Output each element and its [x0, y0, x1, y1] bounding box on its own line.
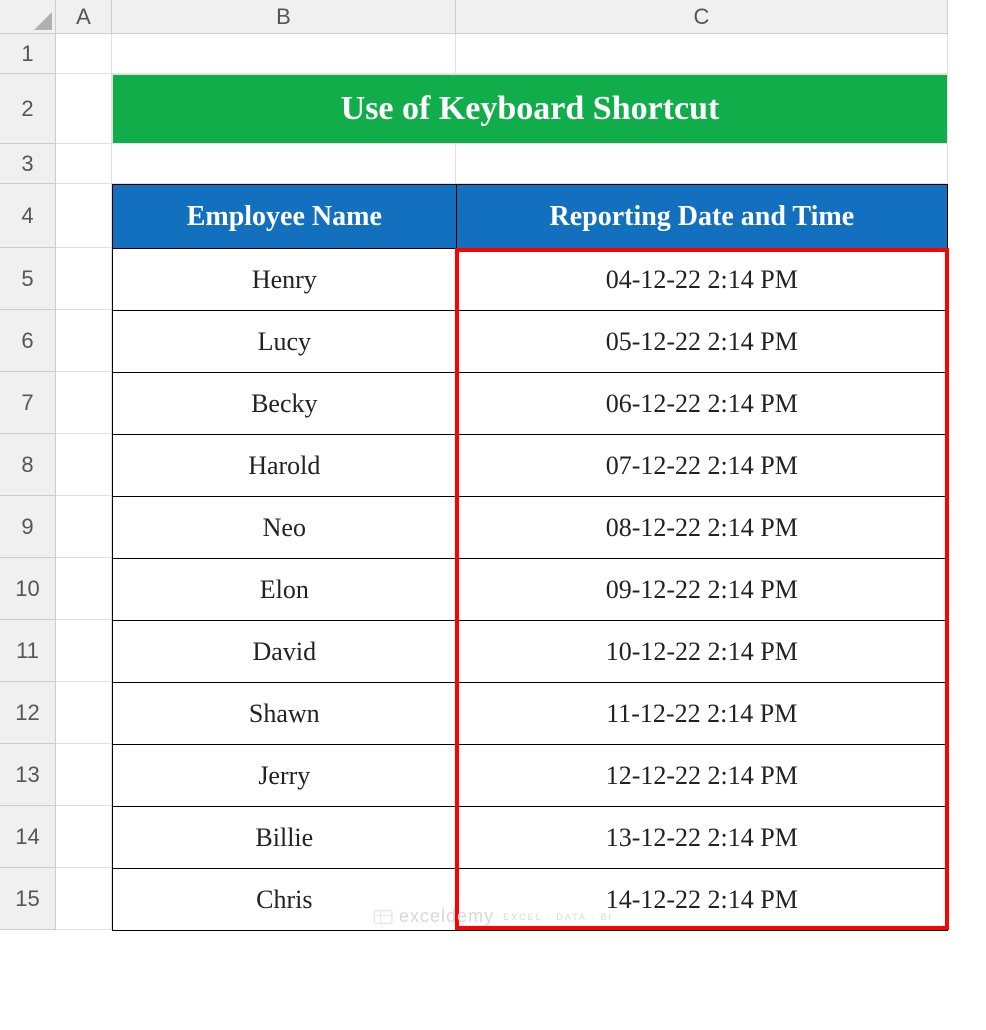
- reporting-datetime-cell[interactable]: 11-12-22 2:14 PM: [456, 683, 947, 745]
- title-text: Use of Keyboard Shortcut: [341, 90, 720, 128]
- employee-name-cell[interactable]: Neo: [113, 497, 457, 559]
- cell-A6[interactable]: [56, 310, 112, 372]
- row-header-7[interactable]: 7: [0, 372, 56, 434]
- table-row: Becky06-12-22 2:14 PM: [113, 373, 948, 435]
- table-header-row: Employee Name Reporting Date and Time: [113, 185, 948, 249]
- reporting-datetime-cell[interactable]: 04-12-22 2:14 PM: [456, 249, 947, 311]
- cell-A15[interactable]: [56, 868, 112, 930]
- table-row: David10-12-22 2:14 PM: [113, 621, 948, 683]
- row-headers: 1 2 3 4 5 6 7 8 9 10 11 12 13 14 15: [0, 34, 56, 930]
- row-header-9[interactable]: 9: [0, 496, 56, 558]
- employee-name-cell[interactable]: Harold: [113, 435, 457, 497]
- reporting-datetime-cell[interactable]: 10-12-22 2:14 PM: [456, 621, 947, 683]
- row-header-2[interactable]: 2: [0, 74, 56, 144]
- row-header-13[interactable]: 13: [0, 744, 56, 806]
- employee-name-cell[interactable]: Becky: [113, 373, 457, 435]
- employee-name-cell[interactable]: David: [113, 621, 457, 683]
- row-header-8[interactable]: 8: [0, 434, 56, 496]
- reporting-datetime-cell[interactable]: 13-12-22 2:14 PM: [456, 807, 947, 869]
- cell-A11[interactable]: [56, 620, 112, 682]
- reporting-datetime-cell[interactable]: 05-12-22 2:14 PM: [456, 311, 947, 373]
- row-header-10[interactable]: 10: [0, 558, 56, 620]
- table-row: Shawn11-12-22 2:14 PM: [113, 683, 948, 745]
- table-row: Harold07-12-22 2:14 PM: [113, 435, 948, 497]
- header-reporting-datetime[interactable]: Reporting Date and Time: [456, 185, 947, 249]
- employee-name-cell[interactable]: Billie: [113, 807, 457, 869]
- cell-A5[interactable]: [56, 248, 112, 310]
- cell-B3[interactable]: [112, 144, 456, 184]
- reporting-datetime-cell[interactable]: 07-12-22 2:14 PM: [456, 435, 947, 497]
- table-row: Neo08-12-22 2:14 PM: [113, 497, 948, 559]
- cell-A1[interactable]: [56, 34, 112, 74]
- row-header-5[interactable]: 5: [0, 248, 56, 310]
- cell-A3[interactable]: [56, 144, 112, 184]
- title-cell[interactable]: Use of Keyboard Shortcut: [112, 74, 948, 144]
- employee-name-cell[interactable]: Henry: [113, 249, 457, 311]
- cell-A2[interactable]: [56, 74, 112, 144]
- reporting-datetime-cell[interactable]: 09-12-22 2:14 PM: [456, 559, 947, 621]
- row-header-15[interactable]: 15: [0, 868, 56, 930]
- reporting-datetime-cell[interactable]: 14-12-22 2:14 PM: [456, 869, 947, 931]
- employee-name-cell[interactable]: Elon: [113, 559, 457, 621]
- cell-C1[interactable]: [456, 34, 948, 74]
- row-header-4[interactable]: 4: [0, 184, 56, 248]
- col-header-C[interactable]: C: [456, 0, 948, 34]
- table-row: Lucy05-12-22 2:14 PM: [113, 311, 948, 373]
- col-header-B[interactable]: B: [112, 0, 456, 34]
- table-row: Billie13-12-22 2:14 PM: [113, 807, 948, 869]
- header-employee-name[interactable]: Employee Name: [113, 185, 457, 249]
- employee-name-cell[interactable]: Jerry: [113, 745, 457, 807]
- row-header-6[interactable]: 6: [0, 310, 56, 372]
- row-header-3[interactable]: 3: [0, 144, 56, 184]
- data-table: Employee Name Reporting Date and Time He…: [112, 184, 948, 931]
- cell-A12[interactable]: [56, 682, 112, 744]
- cell-B1[interactable]: [112, 34, 456, 74]
- row-header-11[interactable]: 11: [0, 620, 56, 682]
- column-headers: A B C: [56, 0, 948, 34]
- cell-A13[interactable]: [56, 744, 112, 806]
- cell-A8[interactable]: [56, 434, 112, 496]
- cell-A14[interactable]: [56, 806, 112, 868]
- table-row: Elon09-12-22 2:14 PM: [113, 559, 948, 621]
- cell-A9[interactable]: [56, 496, 112, 558]
- reporting-datetime-cell[interactable]: 06-12-22 2:14 PM: [456, 373, 947, 435]
- employee-name-cell[interactable]: Shawn: [113, 683, 457, 745]
- table-row: Jerry12-12-22 2:14 PM: [113, 745, 948, 807]
- row-header-12[interactable]: 12: [0, 682, 56, 744]
- reporting-datetime-cell[interactable]: 08-12-22 2:14 PM: [456, 497, 947, 559]
- row-header-14[interactable]: 14: [0, 806, 56, 868]
- cell-C3[interactable]: [456, 144, 948, 184]
- cell-A10[interactable]: [56, 558, 112, 620]
- spreadsheet-app: A B C 1 2 3 4 5 6 7 8 9 10 11 12 13 14 1…: [0, 0, 986, 1030]
- cell-A4[interactable]: [56, 184, 112, 248]
- employee-name-cell[interactable]: Chris: [113, 869, 457, 931]
- select-all-corner[interactable]: [0, 0, 56, 34]
- cell-A7[interactable]: [56, 372, 112, 434]
- table-row: Henry04-12-22 2:14 PM: [113, 249, 948, 311]
- reporting-datetime-cell[interactable]: 12-12-22 2:14 PM: [456, 745, 947, 807]
- row-header-1[interactable]: 1: [0, 34, 56, 74]
- table-row: Chris14-12-22 2:14 PM: [113, 869, 948, 931]
- col-header-A[interactable]: A: [56, 0, 112, 34]
- employee-name-cell[interactable]: Lucy: [113, 311, 457, 373]
